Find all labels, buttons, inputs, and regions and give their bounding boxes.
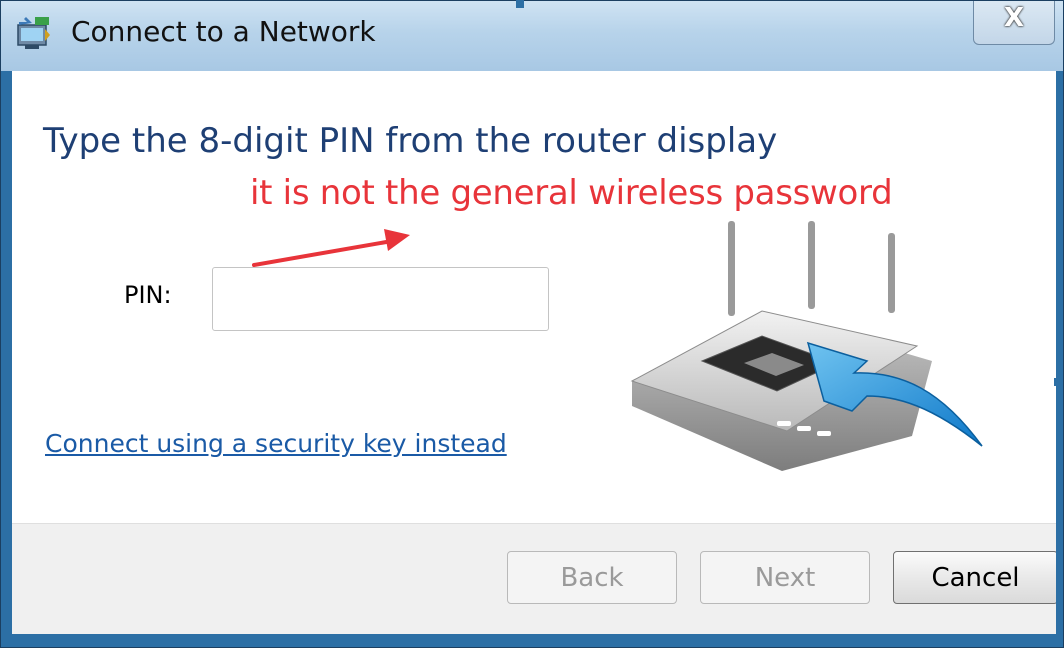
resize-handle-top[interactable] [516,0,524,8]
network-icon [17,17,50,49]
router-illustration-icon [630,221,983,471]
cancel-button[interactable]: Cancel [893,551,1056,604]
button-bar: Back Next Cancel [12,523,1056,634]
annotation-arrow-icon [252,229,410,267]
next-button[interactable]: Next [700,551,870,604]
security-key-link[interactable]: Connect using a security key instead [45,429,507,458]
page-heading: Type the 8-digit PIN from the router dis… [43,121,778,161]
close-icon: X [1003,3,1025,33]
back-button[interactable]: Back [507,551,677,604]
dialog-content: Type the 8-digit PIN from the router dis… [12,71,1056,634]
pin-label: PIN: [124,281,172,309]
dialog-window: Connect to a Network X Type the 8-digit … [0,0,1064,648]
window-title: Connect to a Network [71,15,376,48]
resize-handle-right[interactable] [1054,378,1062,386]
close-button[interactable]: X [973,1,1055,45]
title-bar[interactable]: Connect to a Network X [1,1,1063,71]
annotation-text: it is not the general wireless password [250,173,893,213]
pin-input[interactable] [212,267,549,331]
